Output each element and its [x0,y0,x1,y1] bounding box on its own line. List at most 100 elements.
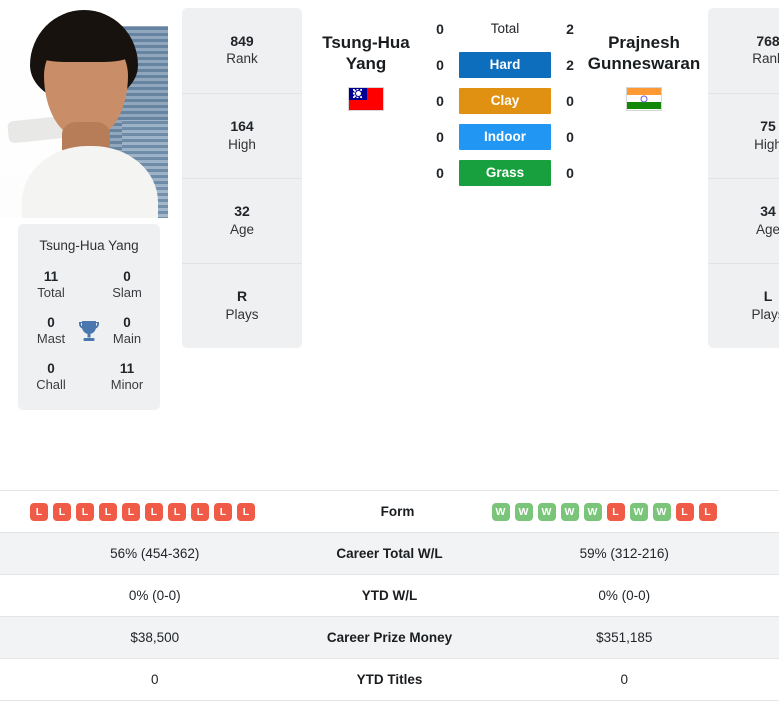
right-career-wl-value: 59% (312-216) [579,546,669,561]
left-titles-slam-label: Slam [112,285,142,301]
left-titles-name: Tsung-Hua Yang [39,238,139,253]
left-stat-age: 32 Age [182,178,302,263]
h2h-indoor-badge[interactable]: Indoor [459,124,551,150]
table-label-ytd-titles: YTD Titles [356,672,423,687]
left-titles-minor-value: 11 [119,361,135,377]
left-titles-mast-label: Mast [36,331,66,347]
right-stat-plays: L Plays [708,263,779,348]
table-label-career-prize: Career Prize Money [326,630,453,645]
left-titles-row-1: 11 Total 0 Slam [24,269,154,302]
right-ytd-wl-cell: 0% (0-0) [470,588,779,603]
table-row-ytd-titles: 0 YTD Titles 0 [0,659,779,701]
table-row-ytd-wl: 0% (0-0) YTD W/L 0% (0-0) [0,575,779,617]
h2h-hard-right: 2 [566,57,574,73]
form-badge-loss: L [99,502,117,521]
h2h-indoor-right: 0 [566,129,574,145]
left-stats-card: 849 Rank 164 High 32 Age R Plays [182,8,302,348]
right-stat-plays-value: L [763,288,773,305]
india-flag-saffron-band [627,87,661,95]
left-ytd-titles-value: 0 [150,672,159,687]
left-ytd-wl-value: 0% (0-0) [128,588,181,603]
left-titles-minor: 11 Minor [106,361,148,394]
right-stat-age-label: Age [755,221,779,237]
left-titles-slam-value: 0 [123,268,131,284]
left-stat-rank: 849 Rank [182,8,302,93]
left-stat-plays-label: Plays [225,306,259,322]
left-titles-total-value: 11 [43,268,59,284]
form-badge-win: W [583,502,602,521]
left-player-column: Tsung-Hua Yang 11 Total 0 Slam 0 Mast 0 … [0,0,168,411]
left-stat-plays: R Plays [182,263,302,348]
form-badge-win: W [514,502,533,521]
form-badge-loss: L [191,502,209,521]
h2h-hard-left: 0 [436,57,444,73]
right-form-badges: WWWWWLWWLL [491,502,717,521]
left-form-cell: LLLLLLLLLL [0,502,318,521]
right-stat-rank-value: 768 [756,32,779,49]
india-flag [626,86,662,111]
right-stat-high-label: High [754,136,779,152]
comparison-header: Tsung-Hua Yang 11 Total 0 Slam 0 Mast 0 … [0,0,779,490]
left-career-prize-cell: $38,500 [0,630,310,645]
surface-breakdown: 0 Total 2 0 Hard 2 0 Clay 0 0 Indoor 0 0… [430,10,580,186]
h2h-clay-right: 0 [566,93,574,109]
form-badge-loss: L [237,502,255,521]
form-badge-loss: L [76,502,94,521]
h2h-row-hard: 0 Hard 2 [430,52,580,78]
h2h-total-left: 0 [436,21,444,37]
right-stat-high: 75 High [708,93,779,178]
left-player-photo [0,0,168,218]
h2h-row-indoor: 0 Indoor 0 [430,124,580,150]
form-badge-win: W [560,502,579,521]
left-titles-slam: 0 Slam [106,269,148,302]
left-career-wl-cell: 56% (454-362) [0,546,310,561]
left-player-name-line1: Tsung-Hua [322,33,410,52]
right-form-cell: WWWWWLWWLL [478,502,779,521]
right-player-name-block: Prajnesh Gunneswaran [580,10,708,111]
h2h-row-clay: 0 Clay 0 [430,88,580,114]
table-label-form: Form [380,504,415,519]
left-titles-main: 0 Main [106,315,148,348]
h2h-clay-left: 0 [436,93,444,109]
left-stat-high-value: 164 [230,118,254,135]
form-badge-loss: L [606,502,625,521]
h2h-total-right: 2 [566,21,574,37]
right-player-name-line1: Prajnesh [608,33,680,52]
right-stat-rank: 768 Rank [708,8,779,93]
right-player-name-line2: Gunneswaran [587,54,701,74]
h2h-grass-left: 0 [436,165,444,181]
left-stat-age-value: 32 [234,203,250,220]
left-player-name-block: Tsung-Hua Yang [302,10,430,111]
taiwan-flag [348,86,384,111]
left-titles-chall: 0 Chall [30,361,72,394]
right-career-prize-cell: $351,185 [470,630,779,645]
player-comparison-page: Tsung-Hua Yang 11 Total 0 Slam 0 Mast 0 … [0,0,779,719]
left-career-prize-value: $38,500 [130,630,180,645]
right-stat-rank-label: Rank [752,51,779,67]
right-ytd-titles-cell: 0 [470,672,779,687]
right-career-prize-value: $351,185 [596,630,653,645]
left-titles-main-value: 0 [123,314,131,330]
taiwan-flag-sun [355,90,361,96]
trophy-icon [72,319,106,343]
h2h-hard-badge[interactable]: Hard [459,52,551,78]
left-stat-rank-value: 849 [230,32,254,49]
left-form-badges: LLLLLLLLLL [30,502,255,521]
photo-hair-top-left [34,14,134,62]
table-row-career-wl: 56% (454-362) Career Total W/L 59% (312-… [0,533,779,575]
left-titles-row-3: 0 Chall 11 Minor [24,361,154,394]
left-titles-total: 11 Total [30,269,72,302]
india-flag-chakra [640,95,648,102]
left-stat-high: 164 High [182,93,302,178]
form-badge-loss: L [53,502,71,521]
left-titles-row-2: 0 Mast 0 Main [24,315,154,348]
h2h-grass-right: 0 [566,165,574,181]
h2h-grass-badge[interactable]: Grass [459,160,551,186]
h2h-clay-badge[interactable]: Clay [459,88,551,114]
form-badge-win: W [491,502,510,521]
right-career-wl-cell: 59% (312-216) [470,546,779,561]
h2h-indoor-left: 0 [436,129,444,145]
left-ytd-wl-cell: 0% (0-0) [0,588,310,603]
right-stat-high-value: 75 [760,118,776,135]
left-titles-card: Tsung-Hua Yang 11 Total 0 Slam 0 Mast 0 … [18,224,160,411]
